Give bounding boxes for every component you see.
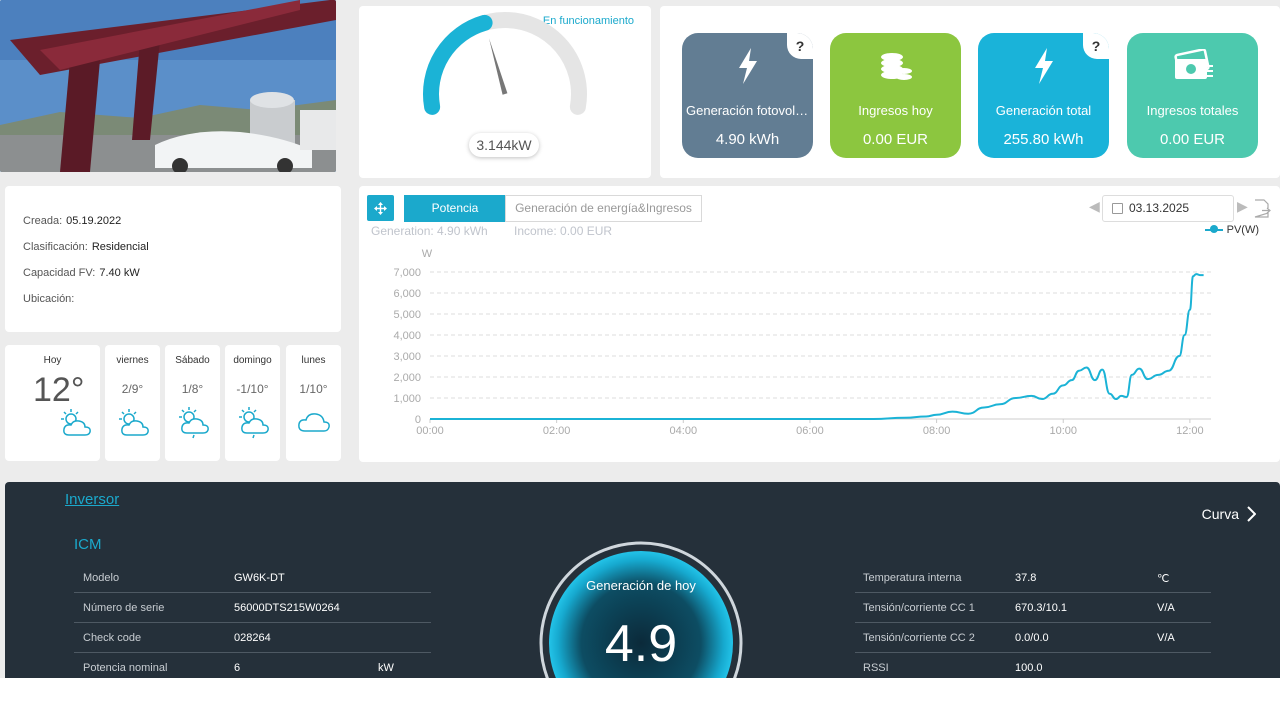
plant-photo <box>0 0 336 172</box>
spec-row-dc2: Tensión/corriente CC 2 0.0/0.0 V/A <box>855 623 1211 653</box>
spec-row-serial: Número de serie 56000DTS215W0264 <box>74 593 431 623</box>
inverter-name: ICM <box>74 536 102 553</box>
weather-day: Hoy <box>43 355 62 366</box>
page-footer-area <box>0 678 1280 720</box>
plant-info-card: Creada: 05.19.2022 Clasificación: Residenc… <box>5 186 341 332</box>
stat-label: Generación fotovoltaica <box>686 103 809 118</box>
weather-forecast-day: lunes 1/10° <box>286 345 341 461</box>
inverter-panel: Inversor Curva ICM Modelo GW6K-DT Número … <box>5 482 1280 678</box>
stats-card: ? Generación fotovoltaica 4.90 kWh Ingre… <box>660 6 1280 178</box>
weather-day: domingo <box>233 355 272 366</box>
stat-tile-total-income[interactable]: Ingresos totales 0.00 EUR <box>1127 33 1258 158</box>
power-line-chart: W01,0002,0003,0004,0005,0006,0007,00000:… <box>393 248 1211 437</box>
y-tick-label: 4,000 <box>393 330 421 342</box>
stat-label: Ingresos hoy <box>858 103 933 118</box>
y-tick-label: 1,000 <box>393 393 421 405</box>
y-tick-label: 6,000 <box>393 288 421 300</box>
cloud-icon <box>298 413 330 432</box>
x-tick-label: 08:00 <box>923 425 951 437</box>
weather-forecast-day: viernes 2/9° <box>105 345 160 461</box>
info-created: Creada: 05.19.2022 <box>23 215 122 227</box>
stat-tile-pv-generation[interactable]: ? Generación fotovoltaica 4.90 kWh <box>682 33 813 158</box>
today-generation-value: 4.9 <box>604 615 678 673</box>
y-axis-unit: W <box>422 248 433 260</box>
coins-icon <box>830 46 961 86</box>
x-tick-label: 00:00 <box>416 425 444 437</box>
spec-row-temperature: Temperatura interna 37.8 ℃ <box>855 563 1211 593</box>
help-icon[interactable]: ? <box>787 33 813 59</box>
info-classification: Clasificación: Residencial <box>23 241 149 253</box>
x-tick-label: 02:00 <box>543 425 571 437</box>
weather-day: viernes <box>116 355 149 366</box>
stat-label: Generación total <box>995 103 1092 118</box>
spec-row-rssi: RSSI 100.0 <box>855 653 1211 678</box>
weather-range: 2/9° <box>121 382 144 396</box>
y-tick-label: 7,000 <box>393 267 421 279</box>
weather-forecast-day: Sábado 1/8° <box>165 345 220 461</box>
today-generation-label: Generación de hoy <box>586 578 696 593</box>
x-tick-label: 12:00 <box>1176 425 1204 437</box>
stat-tile-total-generation[interactable]: ? Generación total 255.80 kWh <box>978 33 1109 158</box>
stat-value: 0.00 EUR <box>1159 131 1226 148</box>
weather-range: 1/10° <box>299 382 328 396</box>
info-pv-capacity: Capacidad FV: 7.40 kW <box>23 267 140 279</box>
gauge-fill <box>423 14 493 115</box>
stat-value: 4.90 kWh <box>715 131 780 148</box>
chevron-right-icon <box>1247 506 1256 522</box>
sun-cloud-icon <box>61 409 91 436</box>
today-generation-ring: Generación de hoy 4.9 <box>538 540 744 678</box>
spec-row-nominal-power: Potencia nominal 6 kW <box>74 653 431 678</box>
stat-value: 255.80 kWh <box>1003 131 1084 148</box>
stat-tile-income-today[interactable]: Ingresos hoy 0.00 EUR <box>830 33 961 158</box>
money-icon <box>1127 46 1258 86</box>
stat-label: Ingresos totales <box>1146 103 1239 118</box>
weather-range: -1/10° <box>236 382 269 396</box>
stat-value: 0.00 EUR <box>862 131 929 148</box>
curve-label: Curva <box>1201 506 1239 522</box>
y-tick-label: 3,000 <box>393 351 421 363</box>
weather-today: Hoy 12° <box>5 345 100 461</box>
spec-row-model: Modelo GW6K-DT <box>74 563 431 593</box>
spec-row-dc1: Tensión/corriente CC 1 670.3/10.1 V/A <box>855 593 1211 623</box>
x-tick-label: 10:00 <box>1049 425 1077 437</box>
weather-temp: 12° <box>33 371 85 409</box>
curve-button[interactable]: Curva <box>1202 506 1256 522</box>
info-location: Ubicación: <box>23 293 75 305</box>
series-line-pv <box>430 273 1204 420</box>
weather-day: lunes <box>301 355 326 366</box>
x-tick-label: 04:00 <box>670 425 698 437</box>
x-tick-label: 06:00 <box>796 425 824 437</box>
y-tick-label: 2,000 <box>393 372 421 384</box>
weather-day: Sábado <box>175 355 210 366</box>
weather-range: 1/8° <box>181 382 204 396</box>
weather-forecast-day: domingo -1/10° <box>225 345 280 461</box>
power-gauge-card: En funcionamiento 3.144kW <box>359 6 651 178</box>
power-value: 3.144kW <box>469 133 539 157</box>
y-tick-label: 5,000 <box>393 309 421 321</box>
gauge-needle <box>489 38 508 95</box>
power-chart-card: Potencia Generación de energía&Ingresos … <box>359 186 1280 462</box>
sun-cloud-rain-icon <box>239 407 269 439</box>
spec-row-check-code: Check code 028264 <box>74 623 431 653</box>
sun-cloud-rain-icon <box>179 407 209 439</box>
inverter-link[interactable]: Inversor <box>65 491 119 508</box>
help-icon[interactable]: ? <box>1083 33 1109 59</box>
sun-cloud-icon <box>119 409 149 436</box>
